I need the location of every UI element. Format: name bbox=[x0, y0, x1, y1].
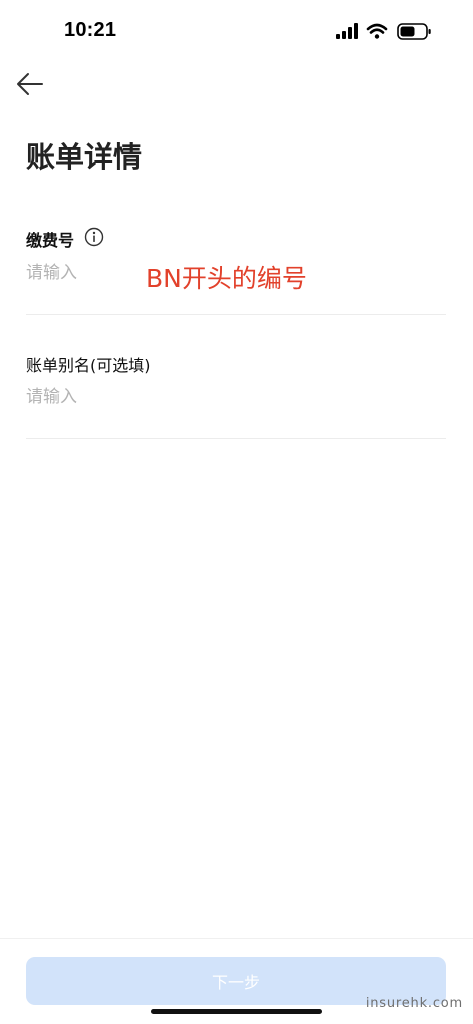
home-indicator bbox=[151, 1009, 322, 1014]
back-button[interactable] bbox=[12, 66, 50, 102]
info-circle-icon[interactable] bbox=[84, 227, 104, 247]
annotation-note: BN开头的编号 bbox=[146, 264, 307, 293]
footer-divider bbox=[0, 938, 473, 939]
watermark: insurehk.com bbox=[365, 996, 463, 1011]
status-time: 10:21 bbox=[64, 19, 117, 41]
status-icons bbox=[336, 23, 431, 40]
cellular-signal-icon bbox=[336, 23, 358, 39]
status-bar: 10:21 bbox=[0, 0, 473, 60]
payment-number-label: 缴费号 bbox=[26, 231, 75, 250]
bill-alias-label: 账单别名(可选填) bbox=[26, 356, 151, 375]
battery-icon bbox=[397, 23, 431, 40]
field-divider bbox=[26, 438, 446, 439]
bill-alias-input[interactable] bbox=[26, 380, 446, 414]
wifi-icon bbox=[366, 23, 388, 39]
field-divider bbox=[26, 314, 446, 315]
arrow-left-icon bbox=[17, 73, 43, 95]
page-title: 账单详情 bbox=[26, 140, 143, 174]
